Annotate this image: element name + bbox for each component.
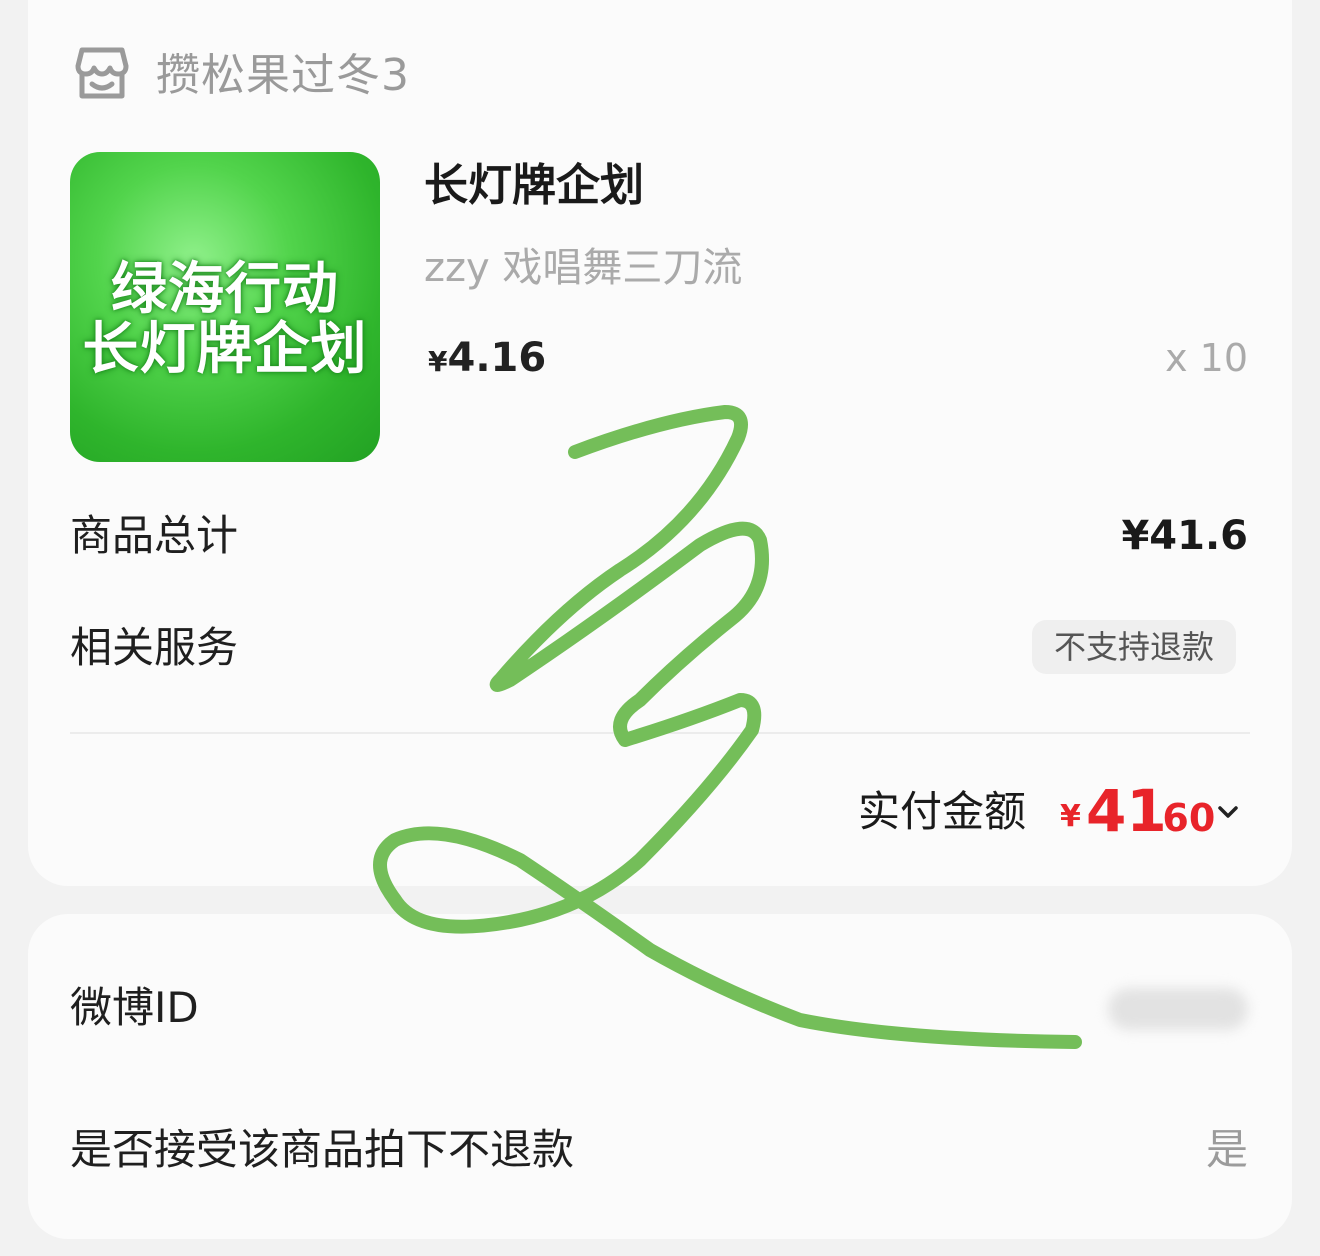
- paid-amount-label: 实付金额: [858, 787, 1027, 836]
- weibo-id-value-redacted: [1108, 988, 1248, 1030]
- store-icon: [75, 47, 129, 99]
- unit-price-currency: ¥: [428, 345, 448, 378]
- subtotal-label: 商品总计: [70, 511, 239, 560]
- no-refund-tag: 不支持退款: [1031, 620, 1236, 674]
- paid-amount-currency: ¥: [1060, 799, 1081, 834]
- accept-no-refund-value: 是: [1205, 1125, 1248, 1174]
- product-title[interactable]: 长灯牌企划: [424, 156, 644, 216]
- unit-price-value: 4.16: [447, 335, 547, 381]
- product-spec: zzy 戏唱舞三刀流: [424, 245, 743, 291]
- accept-no-refund-label: 是否接受该商品拍下不退款: [70, 1125, 575, 1174]
- paid-amount-decimal: .60: [1148, 796, 1216, 840]
- product-image[interactable]: 绿海行动 长灯牌企划: [70, 152, 380, 462]
- weibo-id-label: 微博ID: [70, 983, 199, 1032]
- buyer-info-card: [28, 914, 1292, 1239]
- service-label: 相关服务: [70, 623, 239, 672]
- unit-price: ¥4.16: [428, 330, 546, 394]
- chevron-down-icon[interactable]: [1212, 796, 1244, 828]
- shop-name[interactable]: 攒松果过冬3: [156, 44, 410, 108]
- quantity: x 10: [1165, 336, 1248, 380]
- product-image-text-line2: 长灯牌企划: [82, 317, 368, 382]
- subtotal-value: ¥41.6: [1121, 513, 1248, 559]
- divider: [70, 732, 1250, 734]
